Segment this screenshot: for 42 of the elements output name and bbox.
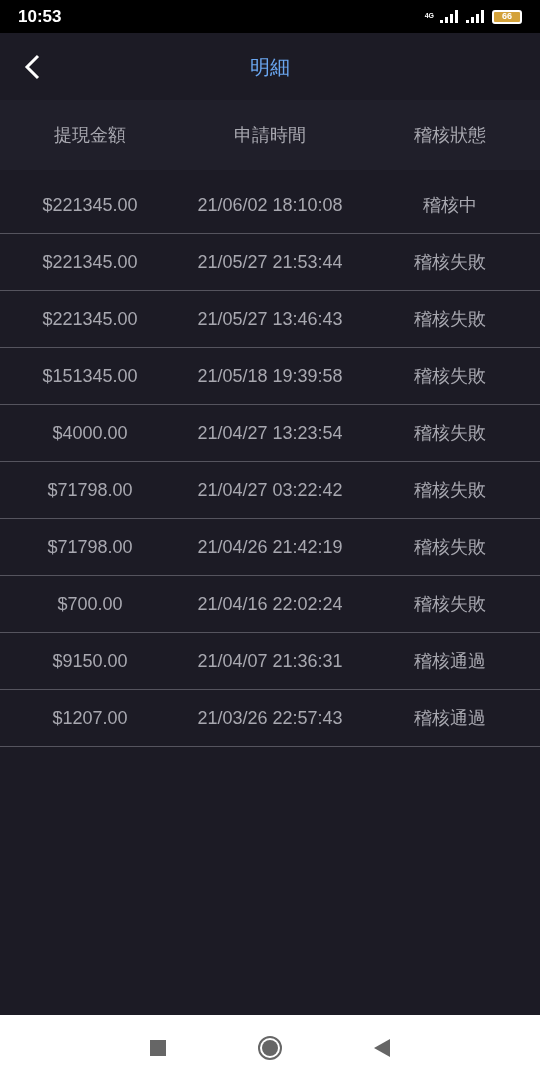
table-cell: 21/05/27 21:53:44	[197, 251, 343, 272]
table-cell: $71798.00	[47, 479, 133, 500]
status-time: 10:53	[18, 5, 62, 28]
column-header: 提現金額	[54, 124, 126, 145]
table-cell: 21/06/02 18:10:08	[197, 194, 343, 215]
table-cell: $9150.00	[52, 650, 128, 671]
back-icon[interactable]	[374, 1038, 390, 1057]
battery-indicator: 66	[492, 9, 522, 24]
column-header: 稽核狀態	[414, 124, 486, 145]
table-cell: 稽核失敗	[414, 479, 486, 500]
table-cell: $221345.00	[42, 194, 138, 215]
table-cell: $221345.00	[42, 308, 138, 329]
table-cell: 21/04/16 22:02:24	[197, 593, 343, 614]
page-title: 明細	[250, 54, 290, 80]
table-cell: 稽核失敗	[414, 593, 486, 614]
home-icon[interactable]	[258, 1035, 282, 1060]
table-cell: $71798.00	[47, 536, 133, 557]
signal-icon	[466, 10, 486, 23]
table-cell: 稽核失敗	[414, 422, 486, 443]
signal-icon	[440, 10, 460, 23]
column-header: 申請時間	[234, 124, 306, 145]
recent-apps-icon[interactable]	[150, 1039, 166, 1056]
table-cell: 稽核通過	[414, 650, 486, 671]
table-cell: $221345.00	[42, 251, 138, 272]
table-cell: $4000.00	[52, 422, 128, 443]
table-cell: 21/03/26 22:57:43	[197, 707, 343, 728]
table-cell: 21/04/27 03:22:42	[197, 479, 343, 500]
table-cell: $700.00	[57, 593, 123, 614]
table-cell: 稽核失敗	[414, 536, 486, 557]
table-cell: $1207.00	[52, 707, 128, 728]
table-cell: 稽核失敗	[414, 365, 486, 386]
back-icon	[24, 54, 40, 80]
table-cell: 稽核中	[423, 194, 477, 215]
table-cell: 稽核失敗	[414, 251, 486, 272]
table-cell: $151345.00	[42, 365, 138, 386]
table-cell: 21/04/27 13:23:54	[197, 422, 343, 443]
table-cell: 21/04/07 21:36:31	[197, 650, 343, 671]
table-cell: 21/05/18 19:39:58	[197, 365, 343, 386]
table-cell: 21/04/26 21:42:19	[197, 536, 343, 557]
table-cell: 稽核通過	[414, 707, 486, 728]
table-cell: 21/05/27 13:46:43	[197, 308, 343, 329]
table-cell: 稽核失敗	[414, 308, 486, 329]
